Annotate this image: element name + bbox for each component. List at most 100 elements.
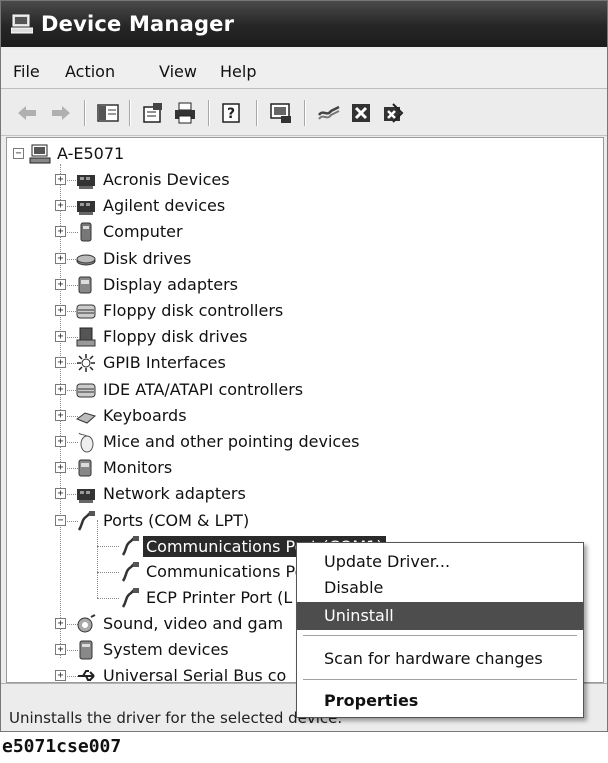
- mouse-icon: [78, 432, 94, 453]
- menu-help[interactable]: Help: [220, 62, 256, 81]
- menu-bar: File Action View Help: [1, 49, 607, 89]
- expand-toggle[interactable]: +: [55, 384, 66, 395]
- system-device-icon: [79, 640, 93, 660]
- tree-category[interactable]: + Monitors: [7, 456, 507, 480]
- tree-item-label: Network adapters: [103, 484, 246, 503]
- sound-icon: [77, 614, 96, 633]
- computer-icon: [29, 144, 51, 164]
- tree-item-label: Agilent devices: [103, 196, 226, 215]
- menu-file[interactable]: File: [13, 62, 40, 81]
- tree-category[interactable]: + Disk drives: [7, 247, 507, 271]
- device-manager-icon: [11, 14, 33, 34]
- expand-toggle[interactable]: +: [55, 279, 66, 290]
- update-driver-icon[interactable]: [317, 101, 341, 125]
- context-menu: Update Driver... Disable Uninstall Scan …: [296, 542, 584, 718]
- expand-toggle[interactable]: +: [55, 644, 66, 655]
- expand-toggle[interactable]: +: [55, 305, 66, 316]
- tree-item-label: Keyboards: [103, 406, 187, 425]
- tree-category[interactable]: + Network adapters: [7, 482, 507, 506]
- properties-icon[interactable]: [141, 101, 165, 125]
- expand-toggle[interactable]: +: [55, 462, 66, 473]
- tree-item-label: Floppy disk drives: [103, 327, 248, 346]
- tree-category[interactable]: + Floppy disk controllers: [7, 299, 507, 323]
- expand-toggle[interactable]: +: [55, 488, 66, 499]
- acronis-device-icon: [77, 175, 95, 189]
- tree-root-label: A-E5071: [57, 144, 125, 163]
- menu-action[interactable]: Action: [65, 62, 115, 81]
- expand-toggle[interactable]: +: [55, 670, 66, 681]
- floppy-drive-icon: [76, 327, 96, 347]
- menu-separator: [303, 679, 577, 681]
- collapse-toggle[interactable]: −: [55, 515, 66, 526]
- toolbar-separator: [256, 100, 258, 126]
- title-bar[interactable]: Device Manager: [1, 1, 607, 47]
- tree-category[interactable]: + Floppy disk drives: [7, 325, 507, 349]
- expand-toggle[interactable]: +: [55, 253, 66, 264]
- toolbar-separator: [129, 100, 131, 126]
- tree-item-label: Ports (COM & LPT): [103, 511, 250, 530]
- tree-root[interactable]: − A-E5071: [7, 142, 407, 166]
- menu-view[interactable]: View: [159, 62, 197, 81]
- print-icon[interactable]: [173, 101, 197, 125]
- keyboard-icon: [75, 412, 97, 424]
- display-adapter-icon: [78, 276, 92, 294]
- tree-item-label: ECP Printer Port (L: [146, 588, 293, 607]
- tree-item-label: Sound, video and gam: [103, 614, 284, 633]
- expand-toggle[interactable]: +: [55, 226, 66, 237]
- tree-category[interactable]: + Computer: [7, 220, 507, 244]
- tree-item-label: GPIB Interfaces: [103, 353, 226, 372]
- network-adapter-icon: [77, 489, 95, 503]
- uninstall-icon[interactable]: [349, 101, 373, 125]
- tree-item-label: Monitors: [103, 458, 173, 477]
- menu-properties[interactable]: Properties: [297, 687, 583, 715]
- tree-category[interactable]: + Agilent devices: [7, 194, 507, 218]
- tree-item-label: Communications Po: [146, 562, 305, 581]
- menu-disable[interactable]: Disable: [297, 574, 583, 602]
- scan-hardware-icon[interactable]: [269, 101, 293, 125]
- port-connector-icon: [121, 536, 139, 556]
- port-connector-icon: [121, 588, 139, 608]
- status-text: Uninstalls the driver for the selected d…: [9, 709, 343, 727]
- menu-scan-for-hardware-changes[interactable]: Scan for hardware changes: [297, 645, 583, 673]
- monitor-icon: [78, 459, 92, 477]
- tree-item-label: Floppy disk controllers: [103, 301, 284, 320]
- tree-category[interactable]: + IDE ATA/ATAPI controllers: [7, 378, 507, 402]
- tree-item-label: IDE ATA/ATAPI controllers: [103, 380, 304, 399]
- toolbar-separator: [208, 100, 210, 126]
- expand-toggle[interactable]: +: [55, 200, 66, 211]
- help-icon[interactable]: ?: [220, 101, 244, 125]
- tree-category[interactable]: + Display adapters: [7, 273, 507, 297]
- tree-item-label: Acronis Devices: [103, 170, 230, 189]
- disable-icon[interactable]: [381, 101, 405, 125]
- computer-icon: [80, 222, 92, 242]
- expand-toggle[interactable]: +: [55, 618, 66, 629]
- tree-item-label: Computer: [103, 222, 183, 241]
- tree-item-label: Mice and other pointing devices: [103, 432, 360, 451]
- tree-category[interactable]: + Keyboards: [7, 404, 507, 428]
- ide-controller-icon: [76, 383, 96, 398]
- menu-update-driver[interactable]: Update Driver...: [297, 548, 583, 576]
- tree-category[interactable]: + Mice and other pointing devices: [7, 430, 507, 454]
- disk-drive-icon: [76, 254, 96, 266]
- floppy-controller-icon: [76, 304, 96, 319]
- expand-toggle[interactable]: +: [55, 410, 66, 421]
- figure-caption: e5071cse007: [2, 736, 122, 757]
- tree-category[interactable]: − Ports (COM & LPT): [7, 509, 507, 533]
- tree-item-label: System devices: [103, 640, 229, 659]
- toolbar-separator: [304, 100, 306, 126]
- tree-item-label: Disk drives: [103, 249, 192, 268]
- collapse-toggle[interactable]: −: [13, 148, 24, 159]
- expand-toggle[interactable]: +: [55, 436, 66, 447]
- toolbar: ?: [1, 90, 607, 136]
- gpib-interface-icon: [77, 354, 95, 372]
- expand-toggle[interactable]: +: [55, 174, 66, 185]
- device-manager-window: Device Manager File Action View Help ? −…: [0, 0, 608, 732]
- forward-arrow-icon[interactable]: [49, 101, 73, 125]
- tree-category[interactable]: + Acronis Devices: [7, 168, 507, 192]
- menu-uninstall[interactable]: Uninstall: [297, 602, 583, 630]
- expand-toggle[interactable]: +: [55, 357, 66, 368]
- show-hide-console-tree-icon[interactable]: [96, 101, 120, 125]
- back-arrow-icon[interactable]: [15, 101, 39, 125]
- tree-category[interactable]: + GPIB Interfaces: [7, 351, 507, 375]
- expand-toggle[interactable]: +: [55, 331, 66, 342]
